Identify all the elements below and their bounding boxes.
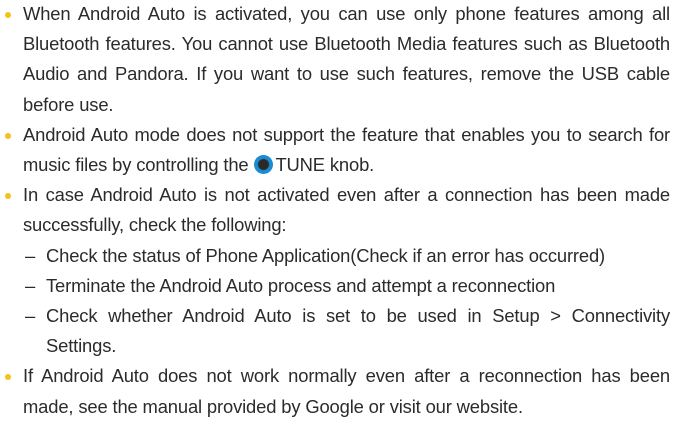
notes-section: When Android Auto is activated, you can … (0, 0, 681, 422)
sub-item-text: Check whether Android Auto is set to be … (46, 305, 670, 357)
bullet-text: When Android Auto is activated, you can … (23, 3, 670, 115)
bullet-item-reconnection-help: If Android Auto does not work normally e… (0, 361, 681, 421)
sub-item-text: Terminate the Android Auto process and a… (46, 274, 556, 296)
bullet-dot-icon (5, 12, 11, 18)
sub-item-check-phone-app: – Check the status of Phone Application(… (0, 241, 681, 271)
sub-item-text: Check the status of Phone Application(Ch… (46, 244, 606, 266)
tune-knob-icon (254, 155, 274, 175)
bullet-dot-icon (5, 132, 11, 139)
bullet-text: If Android Auto does not work normally e… (23, 365, 670, 417)
sub-item-check-setup: – Check whether Android Auto is set to b… (0, 301, 681, 361)
bullet-item-troubleshoot: In case Android Auto is not activated ev… (0, 180, 681, 240)
bullet-dot-icon (5, 374, 11, 381)
troubleshoot-sub-list: – Check the status of Phone Application(… (0, 241, 681, 362)
bullet-item-bluetooth-limits: When Android Auto is activated, you can … (0, 0, 681, 120)
dash-marker: – (25, 274, 36, 296)
bullet-item-tune-knob: Android Auto mode does not support the f… (0, 120, 681, 180)
dash-marker: – (25, 305, 36, 327)
bullet-dot-icon (5, 193, 11, 200)
sub-item-terminate-process: – Terminate the Android Auto process and… (0, 271, 681, 301)
bullet-text-after-knob: TUNE knob. (275, 154, 375, 176)
dash-marker: – (25, 244, 36, 266)
bullet-text: In case Android Auto is not activated ev… (23, 184, 670, 236)
